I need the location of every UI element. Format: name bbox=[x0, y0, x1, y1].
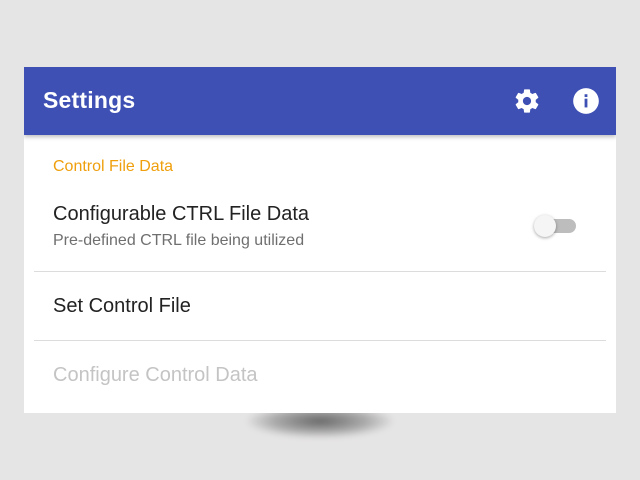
preference-title: Configurable CTRL File Data bbox=[53, 203, 310, 225]
configurable-ctrl-file-data-row[interactable]: Configurable CTRL File Data Pre-defined … bbox=[24, 191, 616, 271]
preference-summary: Pre-defined CTRL file being utilized bbox=[53, 232, 305, 249]
switch-thumb bbox=[534, 215, 556, 237]
ctrl-file-data-switch[interactable] bbox=[532, 214, 578, 238]
page-title: Settings bbox=[43, 87, 136, 113]
app-bar: Settings bbox=[24, 67, 616, 135]
gear-icon bbox=[515, 89, 539, 113]
preference-title: Configure Control Data bbox=[53, 364, 258, 386]
settings-panel: Settings Control File Data Configurable … bbox=[24, 67, 616, 413]
set-control-file-row[interactable]: Set Control File bbox=[24, 272, 616, 340]
screen: Settings Control File Data Configurable … bbox=[0, 0, 640, 480]
configure-control-data-row: Configure Control Data bbox=[24, 341, 616, 413]
preference-title: Set Control File bbox=[53, 295, 191, 317]
section-header: Control File Data bbox=[53, 158, 174, 175]
settings-button[interactable] bbox=[513, 87, 541, 115]
info-button[interactable] bbox=[572, 87, 600, 115]
info-icon bbox=[573, 88, 599, 114]
